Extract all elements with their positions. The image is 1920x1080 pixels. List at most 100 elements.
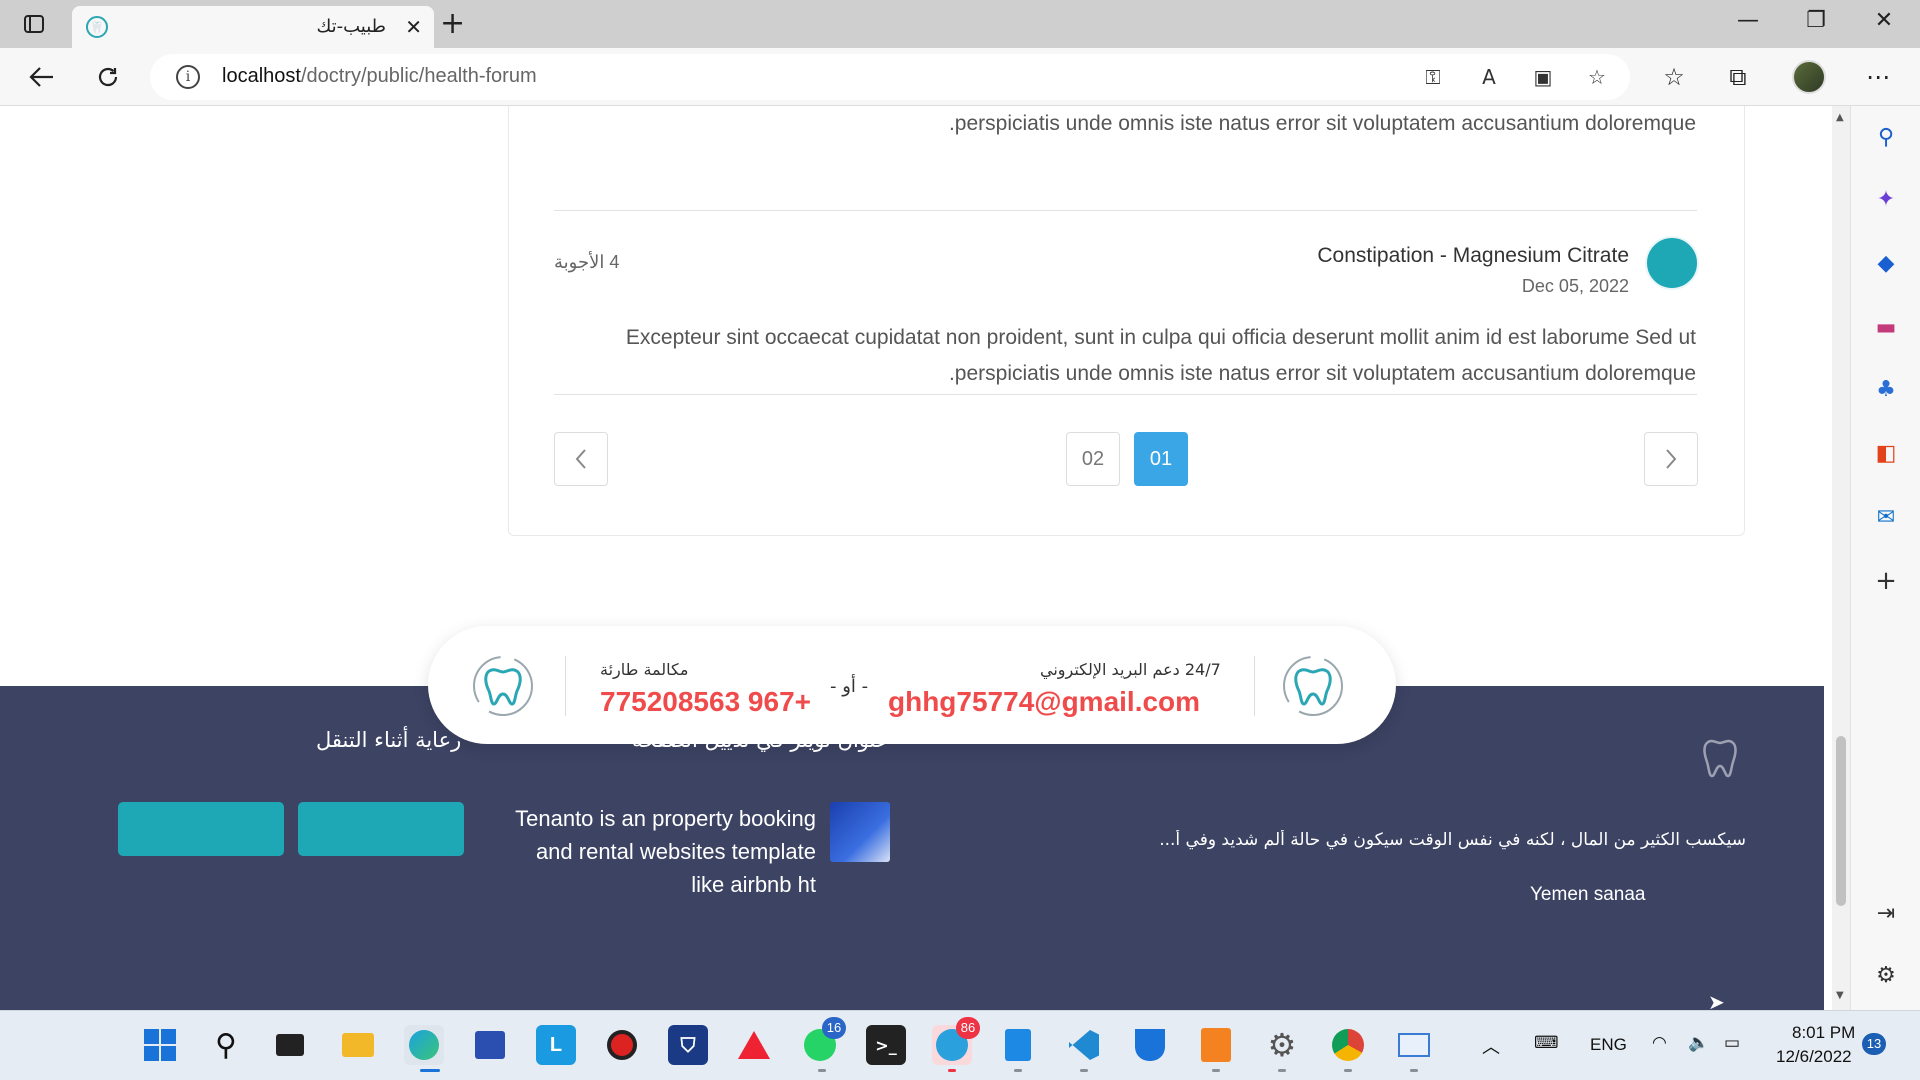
tab-title: طبيب-تك bbox=[316, 16, 386, 37]
outlook-icon[interactable]: ✉ bbox=[1869, 500, 1903, 534]
volume-icon[interactable]: 🔈 bbox=[1688, 1033, 1709, 1053]
taskbar-search-icon[interactable]: ⚲ bbox=[206, 1025, 246, 1065]
footer-twitter-heading: عنوان تويتر في تذييل الصفحة bbox=[632, 728, 889, 752]
scroll-down-arrow-icon[interactable]: ▼ bbox=[1836, 990, 1844, 1001]
post-title[interactable]: Constipation - Magnesium Citrate bbox=[1317, 244, 1629, 268]
terminal-icon[interactable]: >_ bbox=[866, 1025, 906, 1065]
footer-description: سيكسب الكثير من المال ، لكنه في نفس الوق… bbox=[1159, 830, 1746, 850]
clock-time[interactable]: 8:01 PM bbox=[1792, 1023, 1855, 1043]
app-running-indicator bbox=[1014, 1069, 1022, 1072]
windows-taskbar: ⚲ L ⛉ 16 >_ 86 ⚙ ︿ ⌨ ENG ◠ 🔈 ▭ 8:01 PM 1… bbox=[0, 1010, 1920, 1080]
app-running-indicator bbox=[1212, 1069, 1220, 1072]
footer-tooth-icon bbox=[1703, 739, 1737, 778]
search-icon[interactable]: ⚲ bbox=[1869, 120, 1903, 154]
emergency-call-label: مكالمة طارئة bbox=[600, 660, 689, 679]
edge-browser-icon[interactable] bbox=[404, 1025, 444, 1065]
file-explorer-icon[interactable] bbox=[338, 1025, 378, 1065]
pagination-next-button[interactable] bbox=[1644, 432, 1698, 486]
footer-nav-care-heading: رعاية أثناء التنقل bbox=[316, 728, 462, 752]
add-favorite-icon[interactable]: ☆ bbox=[1584, 64, 1610, 90]
emergency-phone[interactable]: 775208563 967+ bbox=[600, 686, 811, 718]
footer-tweet-text[interactable]: Tenanto is an property booking and renta… bbox=[490, 802, 816, 901]
footer-app-button[interactable] bbox=[118, 802, 284, 856]
post-body-line-1: Excepteur sint occaecat cupidatat non pr… bbox=[625, 326, 1696, 349]
battery-icon[interactable]: ▭ bbox=[1724, 1033, 1740, 1053]
pagination-page-01[interactable]: 01 bbox=[1134, 432, 1188, 486]
store-icon[interactable] bbox=[470, 1025, 510, 1065]
app-running-indicator bbox=[948, 1069, 956, 1072]
notepad-icon[interactable] bbox=[998, 1025, 1038, 1065]
window-close-icon[interactable]: ✕ bbox=[1864, 8, 1904, 33]
reload-icon[interactable] bbox=[90, 59, 126, 95]
scroll-up-arrow-icon[interactable]: ▲ bbox=[1836, 112, 1844, 123]
windows-start-icon[interactable] bbox=[140, 1025, 180, 1065]
forum-posts-card: .perspiciatis unde omnis iste natus erro… bbox=[508, 106, 1745, 536]
clock-date[interactable]: 12/6/2022 bbox=[1776, 1047, 1852, 1067]
chrome-icon[interactable] bbox=[1328, 1025, 1368, 1065]
performance-monitor-icon[interactable] bbox=[1394, 1025, 1434, 1065]
support-email[interactable]: ghhg75774@gmail.com bbox=[888, 686, 1200, 718]
security-shield-icon[interactable] bbox=[1130, 1025, 1170, 1065]
whatsapp-badge: 16 bbox=[822, 1017, 846, 1039]
tray-overflow-chevron-icon[interactable]: ︿ bbox=[1482, 1033, 1500, 1059]
post-answers-count[interactable]: 4 الأجوبة bbox=[554, 252, 619, 273]
app-running-indicator bbox=[1410, 1069, 1418, 1072]
shopping-tag-icon[interactable]: ◆ bbox=[1869, 246, 1903, 280]
games-icon[interactable]: ♣ bbox=[1869, 372, 1903, 406]
wifi-icon[interactable]: ◠ bbox=[1652, 1033, 1667, 1053]
site-info-icon[interactable]: i bbox=[176, 65, 200, 89]
settings-app-icon[interactable]: ⚙ bbox=[1262, 1025, 1302, 1065]
key-icon[interactable]: ⚿ bbox=[1420, 64, 1446, 90]
copilot-sparkle-icon[interactable]: ✦ bbox=[1869, 182, 1903, 216]
app-running-indicator bbox=[1080, 1069, 1088, 1072]
contact-separator bbox=[565, 656, 566, 716]
profile-avatar[interactable] bbox=[1792, 60, 1826, 94]
address-bar[interactable]: i localhost/doctry/public/health-forum ⚿… bbox=[150, 54, 1630, 100]
address-url[interactable]: localhost/doctry/public/health-forum bbox=[222, 65, 537, 88]
new-tab-button[interactable]: + bbox=[440, 6, 465, 41]
edge-sidebar: ⚲ ✦ ◆ ▬ ♣ ◧ ✉ + ⇥ ⚙ bbox=[1850, 106, 1920, 1010]
tab-close-icon[interactable]: ✕ bbox=[405, 15, 422, 39]
l-app-icon[interactable]: L bbox=[536, 1025, 576, 1065]
minimize-icon[interactable]: — bbox=[1728, 8, 1768, 33]
colorful-app-icon[interactable] bbox=[734, 1025, 774, 1065]
add-sidebar-app-icon[interactable]: + bbox=[1869, 564, 1903, 598]
office-icon[interactable]: ◧ bbox=[1869, 436, 1903, 470]
active-app-indicator bbox=[420, 1069, 440, 1072]
back-arrow-icon[interactable] bbox=[24, 59, 60, 95]
tooth-logo-icon bbox=[1283, 656, 1343, 716]
post-divider bbox=[554, 394, 1697, 395]
settings-gear-icon[interactable]: ⚙ bbox=[1869, 958, 1903, 992]
red-app-icon[interactable] bbox=[602, 1025, 642, 1065]
previous-post-body-tail: .perspiciatis unde omnis iste natus erro… bbox=[948, 112, 1696, 135]
collections-icon[interactable]: ⧉ bbox=[1720, 59, 1756, 95]
browser-tab-active[interactable]: 🦷 طبيب-تك ✕ bbox=[72, 6, 434, 48]
scrollbar-thumb[interactable] bbox=[1836, 736, 1846, 906]
read-aloud-icon[interactable]: A bbox=[1476, 64, 1502, 90]
post-body-line-2: .perspiciatis unde omnis iste natus erro… bbox=[948, 362, 1696, 385]
post-author-avatar[interactable] bbox=[1645, 236, 1699, 290]
app-running-indicator bbox=[818, 1069, 826, 1072]
notification-count-badge[interactable]: 13 bbox=[1862, 1033, 1886, 1055]
tools-icon[interactable]: ▬ bbox=[1869, 310, 1903, 344]
more-menu-icon[interactable]: ⋯ bbox=[1860, 59, 1896, 95]
favorites-icon[interactable]: ☆ bbox=[1656, 59, 1692, 95]
reader-view-icon[interactable]: ▣ bbox=[1530, 64, 1556, 90]
language-indicator[interactable]: ENG bbox=[1590, 1035, 1627, 1055]
task-view-icon[interactable] bbox=[270, 1025, 310, 1065]
email-support-label: 24/7 دعم البريد الإلكتروني bbox=[1040, 660, 1221, 679]
tweet-thumbnail-image[interactable] bbox=[830, 802, 890, 862]
pdf-app-icon[interactable] bbox=[1196, 1025, 1236, 1065]
pagination-prev-button[interactable] bbox=[554, 432, 608, 486]
vpn-shield-icon[interactable]: ⛉ bbox=[668, 1025, 708, 1065]
sidebar-layout-icon[interactable]: ⇥ bbox=[1869, 896, 1903, 930]
footer-location: Yemen sanaa bbox=[1530, 884, 1646, 905]
footer-app-button[interactable] bbox=[298, 802, 464, 856]
browser-toolbar: i localhost/doctry/public/health-forum ⚿… bbox=[0, 48, 1920, 106]
keyboard-icon[interactable]: ⌨ bbox=[1534, 1033, 1559, 1053]
tab-actions-icon[interactable] bbox=[18, 8, 50, 40]
pagination-page-02[interactable]: 02 bbox=[1066, 432, 1120, 486]
page-scrollbar[interactable]: ▲ ▼ bbox=[1832, 106, 1850, 1010]
maximize-icon[interactable]: ❐ bbox=[1796, 8, 1836, 33]
vscode-icon[interactable] bbox=[1064, 1025, 1104, 1065]
